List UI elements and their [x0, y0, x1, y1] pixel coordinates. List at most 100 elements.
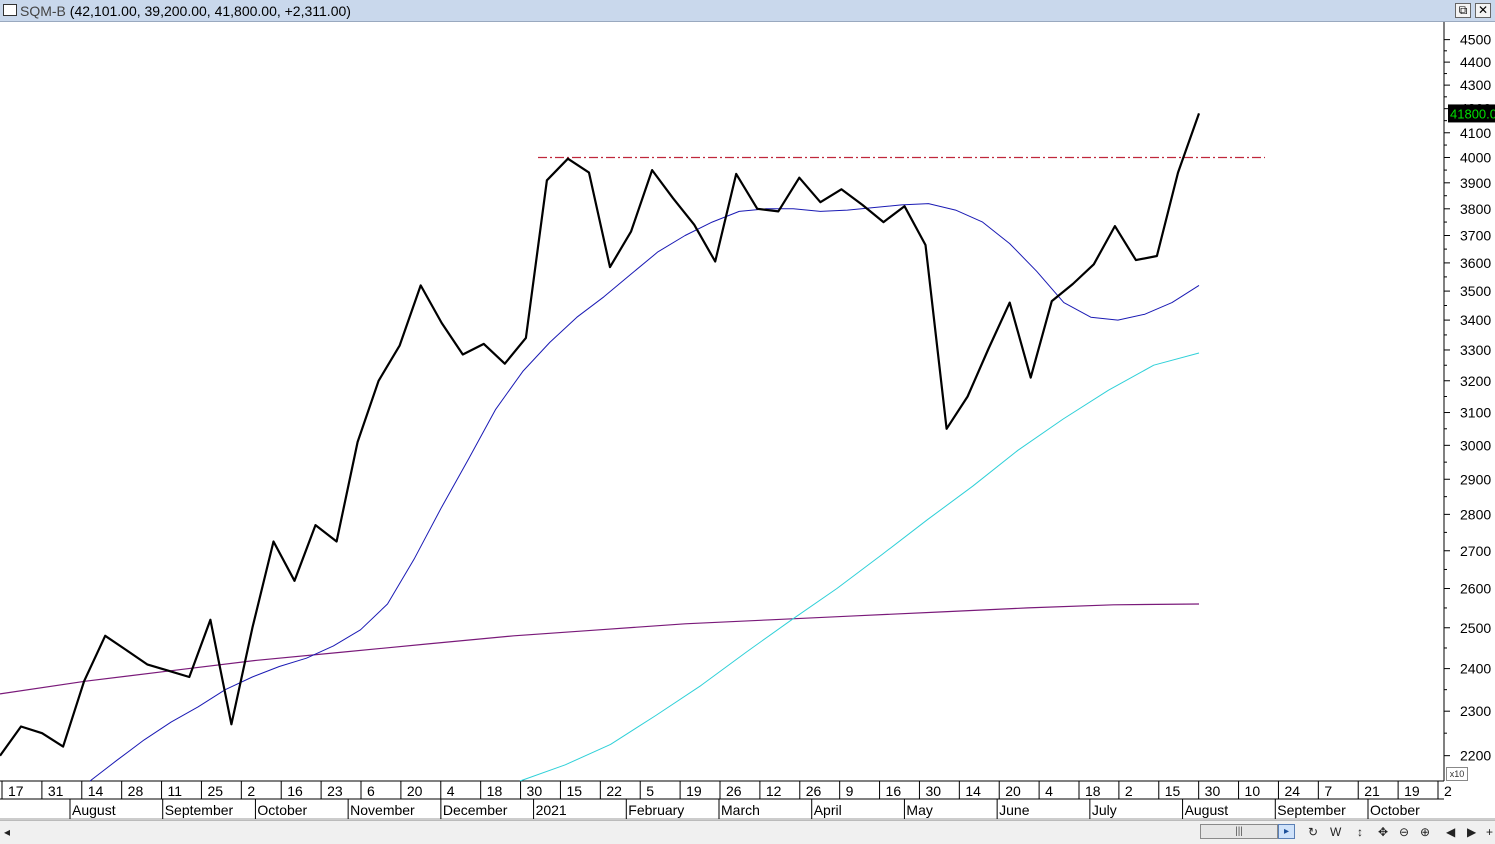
y-tick-label: 2800 — [1460, 506, 1491, 522]
y-tick-label: 4300 — [1460, 77, 1491, 93]
x-tick-label: 26 — [726, 783, 742, 799]
y-tick-label: 3100 — [1460, 405, 1491, 421]
month-label: March — [721, 802, 760, 818]
y-tick-label: 3400 — [1460, 312, 1491, 328]
y-tick-label: 3200 — [1460, 373, 1491, 389]
y-tick-label: 3600 — [1460, 255, 1491, 271]
x-tick-label: 17 — [8, 783, 24, 799]
zoom-out-icon[interactable]: ⊖ — [1399, 825, 1409, 839]
x-tick-label: 11 — [168, 783, 183, 799]
month-label: December — [443, 802, 508, 818]
month-label: June — [999, 802, 1030, 818]
x-tick-label: 21 — [1364, 783, 1380, 799]
y-tick-label: 3500 — [1460, 283, 1491, 299]
x-tick-label: 25 — [207, 783, 223, 799]
x-tick-label: 14 — [965, 783, 981, 799]
x-tick-label: 7 — [1324, 783, 1332, 799]
ma-medium-line — [519, 352, 1200, 782]
x-tick-label: 15 — [1165, 783, 1181, 799]
x-tick-label: 23 — [327, 783, 343, 799]
month-label: July — [1092, 802, 1117, 818]
y-tick-label: 3300 — [1460, 342, 1491, 358]
y-tick-label: 4000 — [1460, 149, 1491, 165]
month-label: 2021 — [536, 802, 567, 818]
y-tick-label: 4100 — [1460, 125, 1491, 141]
x-tick-label: 28 — [128, 783, 144, 799]
month-label: May — [906, 802, 932, 818]
y-tick-label: 4500 — [1460, 32, 1491, 48]
month-label: September — [165, 802, 234, 818]
x-tick-label: 30 — [1205, 783, 1221, 799]
x-tick-label: 31 — [48, 783, 64, 799]
y-tick-label: 2200 — [1460, 748, 1491, 764]
last-price-badge-text: 41800.0 — [1450, 106, 1495, 121]
x-tick-label: 2 — [247, 783, 255, 799]
refresh-icon[interactable]: ↻ — [1308, 825, 1318, 839]
x-tick-label: 15 — [566, 783, 582, 799]
y-tick-label: 2400 — [1460, 661, 1491, 677]
price-line — [0, 113, 1201, 757]
y-tick-label: 4400 — [1460, 54, 1491, 70]
scroll-right-button[interactable]: ▸ — [1278, 824, 1295, 839]
y-tick-label: 2700 — [1460, 543, 1491, 559]
x-tick-label: 5 — [646, 783, 654, 799]
x-tick-label: 22 — [606, 783, 622, 799]
y-tick-label: 3900 — [1460, 175, 1491, 191]
x-tick-label: 4 — [447, 783, 455, 799]
x-tick-label: 20 — [1005, 783, 1021, 799]
x-tick-label: 4 — [1045, 783, 1053, 799]
month-label: November — [350, 802, 415, 818]
weekly-toggle-icon[interactable]: W — [1330, 825, 1341, 839]
y-tick-label: 3000 — [1460, 437, 1491, 453]
x-tick-label: 14 — [88, 783, 104, 799]
step-forward-icon[interactable]: ▶ — [1467, 825, 1476, 839]
x-tick-label: 30 — [527, 783, 543, 799]
x-tick-label: 16 — [287, 783, 303, 799]
price-chart[interactable]: 2200 2300 2400 2500 2600 2700 2800 2900 3000 3100… — [0, 0, 1495, 820]
x-tick-label: 16 — [886, 783, 902, 799]
step-back-icon[interactable]: ◀ — [1446, 825, 1455, 839]
x-tick-label: 6 — [367, 783, 375, 799]
month-label: August — [1185, 802, 1229, 818]
x-tick-label: 26 — [806, 783, 822, 799]
y-tick-label: 3700 — [1460, 227, 1491, 243]
series-layer — [0, 113, 1265, 782]
crosshair-icon[interactable]: ✥ — [1378, 825, 1388, 839]
y-tick-label: 2500 — [1460, 620, 1491, 636]
month-label: February — [628, 802, 684, 818]
x-tick-label: 2 — [1444, 783, 1452, 799]
x-tick-label: 20 — [407, 783, 423, 799]
scale-multiplier-label: x10 — [1446, 767, 1468, 781]
month-label: October — [1370, 802, 1420, 818]
month-label: September — [1277, 802, 1346, 818]
horizontal-scroll-thumb[interactable]: ||| — [1200, 824, 1278, 839]
last-price-badge-layer: 41800.0 — [1448, 104, 1495, 123]
x-tick-label: 19 — [686, 783, 702, 799]
expand-icon[interactable]: + — [1486, 825, 1493, 839]
scroll-vertical-icon[interactable]: ↕ — [1357, 825, 1363, 839]
y-tick-label: 2300 — [1460, 703, 1491, 719]
axis-frame — [0, 22, 1495, 820]
x-tick-label: 24 — [1284, 783, 1300, 799]
y-axis: 2200 2300 2400 2500 2600 2700 2800 2900 3000 3100… — [1444, 32, 1491, 764]
bottom-toolbar: ◂ ||| ▸ ↻ W ↕ ✥ ⊖ ⊕ ◀ ▶ + — [0, 820, 1495, 844]
x-tick-label: 12 — [766, 783, 782, 799]
ma-long-line — [0, 603, 1200, 695]
month-label: October — [257, 802, 307, 818]
y-tick-label: 2600 — [1460, 581, 1491, 597]
month-label: August — [72, 802, 116, 818]
zoom-in-icon[interactable]: ⊕ — [1420, 825, 1430, 839]
x-tick-label: 18 — [1085, 783, 1101, 799]
x-tick-label: 30 — [925, 783, 941, 799]
scroll-left-icon[interactable]: ◂ — [4, 825, 10, 839]
y-tick-label: 3800 — [1460, 201, 1491, 217]
month-label: April — [814, 802, 842, 818]
x-tick-label: 9 — [846, 783, 854, 799]
ma-short-line — [89, 203, 1200, 782]
x-tick-label: 19 — [1404, 783, 1420, 799]
x-axis: 17 31 14 28 11 25 2 16 23 6 20 4 18 30 15 22 5 19 26 12 26 9 1… — [1, 781, 1452, 819]
y-tick-label: 2900 — [1460, 471, 1491, 487]
x-tick-label: 18 — [487, 783, 503, 799]
x-tick-label: 10 — [1245, 783, 1261, 799]
x-tick-label: 2 — [1125, 783, 1133, 799]
